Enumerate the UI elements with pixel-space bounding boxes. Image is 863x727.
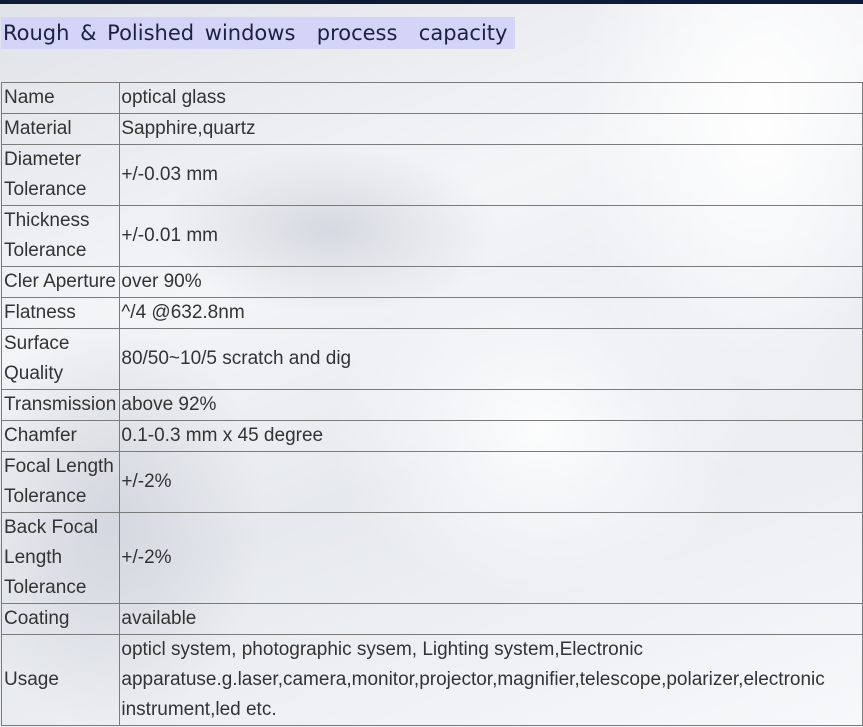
usage-line: opticl system, photographic sysem, Light… bbox=[121, 639, 644, 660]
row-value-clear-aperture: over 90% bbox=[119, 266, 863, 298]
table-row: Transmission above 92% bbox=[0, 389, 863, 421]
row-label-focal-length-tolerance: Focal Length Tolerance bbox=[0, 451, 121, 513]
row-label-diameter-tolerance: Diameter Tolerance bbox=[0, 144, 121, 206]
row-label-clear-aperture: Cler Aperture bbox=[0, 266, 121, 298]
row-value-chamfer: 0.1-0.3 mm x 45 degree bbox=[119, 420, 863, 452]
row-label-material: Material bbox=[0, 113, 121, 145]
table-row: Name optical glass bbox=[0, 82, 863, 114]
table-row: Back Focal Length Tolerance +/-2% bbox=[0, 512, 863, 604]
row-label-coating: Coating bbox=[0, 603, 121, 635]
row-value-material: Sapphire,quartz bbox=[119, 113, 863, 145]
table-row: Diameter Tolerance +/-0.03 mm bbox=[0, 144, 863, 206]
table-row: Focal Length Tolerance +/-2% bbox=[0, 451, 863, 513]
row-label-chamfer: Chamfer bbox=[0, 420, 121, 452]
row-value-usage: opticl system, photographic sysem, Light… bbox=[119, 634, 863, 726]
table-row: Chamfer 0.1-0.3 mm x 45 degree bbox=[0, 420, 863, 452]
row-value-name: optical glass bbox=[119, 82, 863, 114]
table-row: Cler Aperture over 90% bbox=[0, 266, 863, 298]
table-row: Material Sapphire,quartz bbox=[0, 113, 863, 145]
row-label-thickness-tolerance: Thickness Tolerance bbox=[0, 205, 121, 267]
table-row: Thickness Tolerance +/-0.01 mm bbox=[0, 205, 863, 267]
row-value-flatness: ^/4 @632.8nm bbox=[119, 297, 863, 329]
row-value-surface-quality: 80/50~10/5 scratch and dig bbox=[119, 328, 863, 390]
table-row: Surface Quality 80/50~10/5 scratch and d… bbox=[0, 328, 863, 390]
usage-line: instrument,led etc. bbox=[121, 699, 277, 720]
row-label-transmission: Transmission bbox=[0, 389, 121, 421]
row-label-flatness: Flatness bbox=[0, 297, 121, 329]
row-label-usage: Usage bbox=[0, 634, 121, 726]
row-label-surface-quality: Surface Quality bbox=[0, 328, 121, 390]
row-value-thickness-tolerance: +/-0.01 mm bbox=[119, 205, 863, 267]
row-value-diameter-tolerance: +/-0.03 mm bbox=[119, 144, 863, 206]
row-value-back-focal-length-tolerance: +/-2% bbox=[119, 512, 863, 604]
table-row: Usage opticl system, photographic sysem,… bbox=[0, 634, 863, 726]
usage-line: apparatuse.g.laser,camera,monitor,projec… bbox=[121, 669, 825, 690]
top-bar bbox=[0, 0, 863, 4]
table-row: Coating available bbox=[0, 603, 863, 635]
row-value-coating: available bbox=[119, 603, 863, 635]
row-label-name: Name bbox=[0, 82, 121, 114]
row-label-back-focal-length-tolerance: Back Focal Length Tolerance bbox=[0, 512, 121, 604]
section-heading: Rough & Polished windows process capacit… bbox=[1, 17, 516, 49]
row-value-focal-length-tolerance: +/-2% bbox=[119, 451, 863, 513]
table-row: Flatness ^/4 @632.8nm bbox=[0, 297, 863, 329]
row-value-transmission: above 92% bbox=[119, 389, 863, 421]
spec-table: Name optical glass Material Sapphire,qua… bbox=[0, 82, 863, 726]
